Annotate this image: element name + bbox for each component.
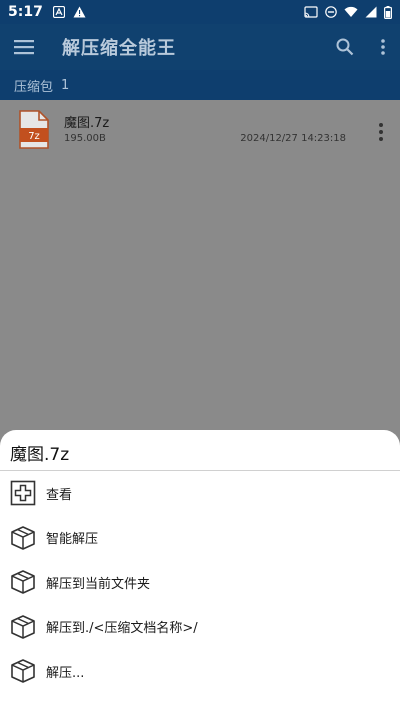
- sheet-item-smart-extract[interactable]: 智能解压: [0, 516, 400, 561]
- more-options-icon[interactable]: [380, 38, 386, 56]
- file-date: 2024/12/27 14:23:18: [240, 133, 346, 144]
- package-icon: [11, 570, 35, 595]
- package-icon: [11, 614, 35, 639]
- sheet-item-label: 解压...: [46, 665, 85, 681]
- font-a-icon: [52, 6, 65, 18]
- sheet-item-label: 查看: [46, 487, 73, 503]
- file-name: 魔图.7z: [64, 116, 110, 131]
- sheet-item-label: 智能解压: [46, 532, 99, 548]
- sub-header: 压缩包 1: [0, 70, 400, 100]
- battery-icon: [384, 5, 392, 19]
- sheet-item-extract-here[interactable]: 解压到当前文件夹: [0, 560, 400, 605]
- file-icon-text: 7z: [28, 131, 40, 142]
- app-actions: [336, 38, 386, 56]
- signal-icon: [365, 6, 377, 18]
- sheet-item-extract-to[interactable]: 解压...: [0, 649, 400, 694]
- sheet-item-label: 解压到./<压缩文档名称>/: [46, 621, 198, 637]
- file-row[interactable]: 7z 魔图.7z 195.00B 2024/12/27 14:23:18: [0, 100, 400, 164]
- archive-file-icon: 7z: [19, 110, 49, 149]
- dnd-icon: [325, 6, 337, 18]
- sheet-item-view[interactable]: 查看: [0, 471, 400, 516]
- file-size: 195.00B: [64, 133, 106, 144]
- package-icon: [11, 525, 35, 550]
- file-more-icon[interactable]: [378, 122, 384, 142]
- sheet-title: 魔图.7z: [10, 445, 70, 465]
- warning-icon: [73, 6, 86, 18]
- sub-header-label: 压缩包: [14, 79, 54, 95]
- bottom-sheet: 魔图.7z 查看 智能解压 解压到当前文件夹 解压到./<压缩文档名称>/ 解压…: [0, 430, 400, 711]
- sheet-item-extract-to-folder[interactable]: 解压到./<压缩文档名称>/: [0, 605, 400, 650]
- sub-header-count: 1: [61, 77, 70, 93]
- status-time: 5:17: [8, 4, 43, 20]
- status-bar: 5:17: [0, 0, 400, 24]
- app-bar: 解压缩全能王: [0, 24, 400, 70]
- menu-icon[interactable]: [14, 38, 36, 56]
- file-list: 7z 魔图.7z 195.00B 2024/12/27 14:23:18: [0, 100, 400, 430]
- cast-icon: [304, 6, 318, 18]
- package-icon: [11, 659, 35, 684]
- plus-box-icon: [10, 480, 36, 506]
- search-icon[interactable]: [336, 38, 354, 56]
- sheet-item-label: 解压到当前文件夹: [46, 576, 151, 592]
- status-left-icons: [52, 6, 86, 18]
- status-right-icons: [304, 5, 392, 19]
- wifi-icon: [344, 6, 358, 17]
- app-title: 解压缩全能王: [62, 38, 176, 59]
